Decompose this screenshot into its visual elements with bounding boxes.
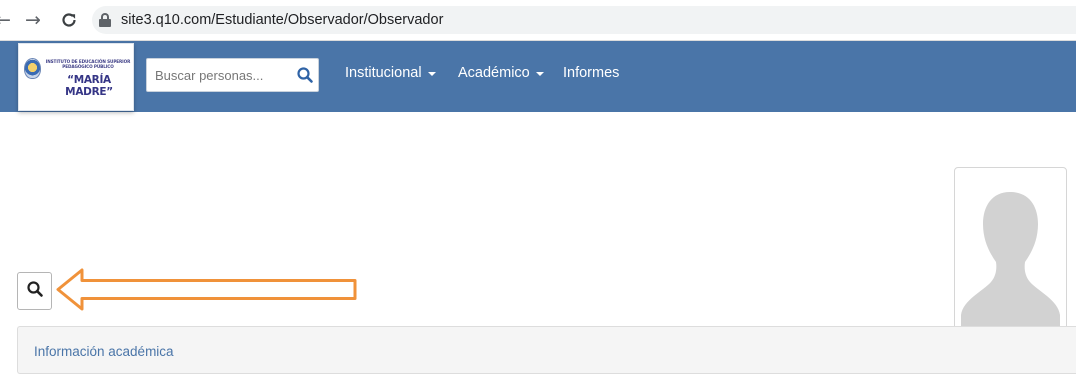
search-icon: [26, 280, 44, 303]
menu-academico-label: Académico: [458, 65, 530, 81]
url-text: site3.q10.com/Estudiante/Observador/Obse…: [121, 12, 444, 28]
people-search: [146, 58, 319, 92]
back-arrow-icon[interactable]: ←: [0, 8, 12, 32]
chevron-down-icon: [427, 72, 436, 76]
forward-arrow-icon[interactable]: →: [22, 8, 44, 32]
panel-title[interactable]: Información académica: [34, 344, 174, 359]
logo-title: “MARÍA MADRE”: [65, 74, 113, 98]
logo-subtitle: INSTITUTO DE EDUCACIÓN SUPERIOR PEDAGÓGI…: [45, 59, 131, 69]
search-input[interactable]: [147, 59, 292, 91]
seal-icon: [24, 58, 41, 79]
institution-logo[interactable]: INSTITUTO DE EDUCACIÓN SUPERIOR PEDAGÓGI…: [18, 43, 134, 111]
annotation-arrow-icon: [56, 268, 357, 311]
search-toggle-button[interactable]: [17, 272, 52, 310]
search-icon[interactable]: [296, 66, 314, 84]
menu-academico[interactable]: Académico: [458, 65, 544, 81]
reload-icon[interactable]: [58, 8, 80, 32]
browser-toolbar: ← → site3.q10.com/Estudiante/Observador/…: [0, 0, 1076, 41]
chevron-down-icon: [535, 72, 544, 76]
menu-informes[interactable]: Informes: [563, 65, 619, 81]
top-navbar: INSTITUTO DE EDUCACIÓN SUPERIOR PEDAGÓGI…: [0, 41, 1076, 112]
address-bar[interactable]: site3.q10.com/Estudiante/Observador/Obse…: [92, 6, 1076, 34]
menu-informes-label: Informes: [563, 65, 620, 81]
menu-institucional[interactable]: Institucional: [345, 65, 436, 81]
lock-icon: [98, 13, 112, 27]
academic-info-panel: Información académica: [17, 326, 1076, 374]
menu-institucional-label: Institucional: [345, 65, 422, 81]
